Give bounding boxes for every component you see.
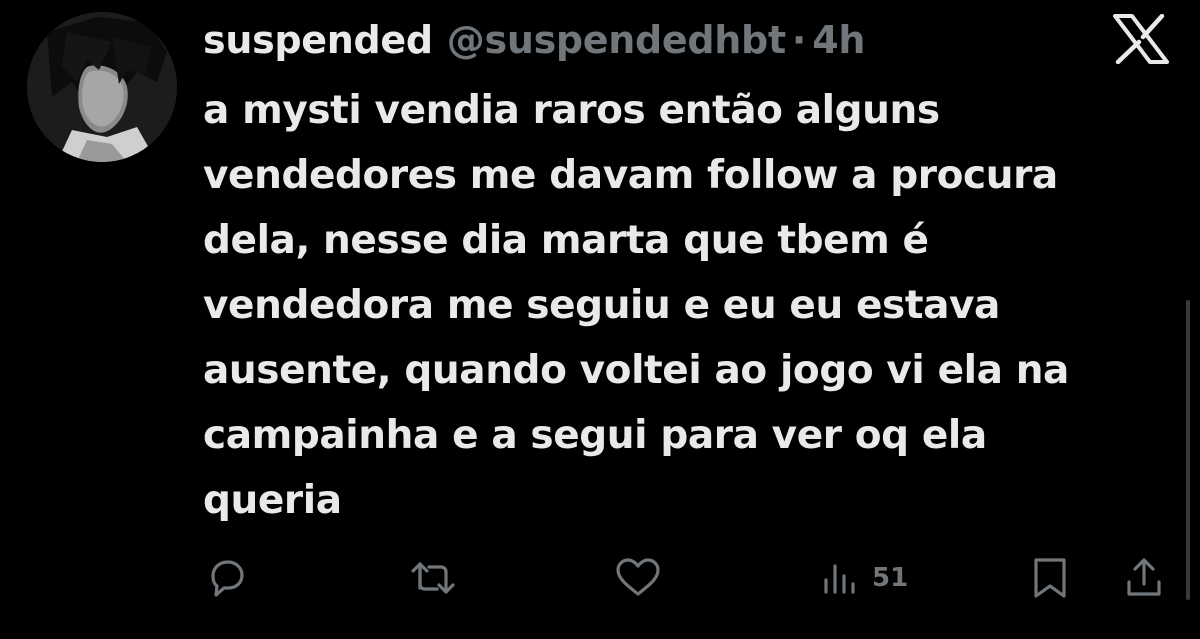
scrollbar[interactable] (1186, 300, 1190, 600)
views-icon (824, 564, 855, 594)
bookmark-button[interactable] (1028, 548, 1072, 608)
views-button[interactable]: 51 (820, 548, 908, 608)
avatar-image (27, 12, 177, 162)
like-button[interactable] (612, 548, 664, 608)
tweet-text-line: vendedores me davam follow a procura (203, 153, 1058, 198)
avatar[interactable] (27, 12, 177, 162)
username-handle[interactable]: @suspendedhbt (447, 18, 786, 62)
tweet-text-line: a mysti vendia raros então alguns (203, 88, 940, 133)
share-button[interactable] (1122, 548, 1166, 608)
bookmark-icon (1034, 558, 1066, 598)
reply-icon (211, 560, 244, 597)
share-icon (1127, 558, 1161, 596)
tweet-text-line: vendedora me seguiu e eu eu estava (203, 283, 1000, 328)
display-name[interactable]: suspended (203, 18, 433, 62)
views-count: 51 (872, 563, 909, 593)
tweet-header: suspended @suspendedhbt · 4h (203, 10, 865, 70)
tweet-text-line: ausente, quando voltei ao jogo vi ela na (203, 348, 1069, 393)
tweet-card: suspended @suspendedhbt · 4h a mysti ven… (0, 0, 1200, 639)
like-icon (616, 558, 660, 596)
reply-button[interactable] (203, 548, 251, 608)
tweet-text-line: campainha e a segui para ver oq ela (203, 413, 987, 458)
action-bar: 51 (0, 548, 1200, 608)
separator-dot: · (791, 18, 807, 62)
x-logo-icon[interactable] (1112, 14, 1170, 64)
retweet-button[interactable] (408, 548, 458, 608)
tweet-text-line: dela, nesse dia marta que tbem é (203, 218, 929, 263)
retweet-icon (411, 562, 455, 594)
tweet-text: a mysti vendia raros então alguns vended… (203, 78, 1178, 533)
tweet-text-line: queria (203, 478, 342, 523)
timestamp[interactable]: 4h (812, 18, 865, 62)
